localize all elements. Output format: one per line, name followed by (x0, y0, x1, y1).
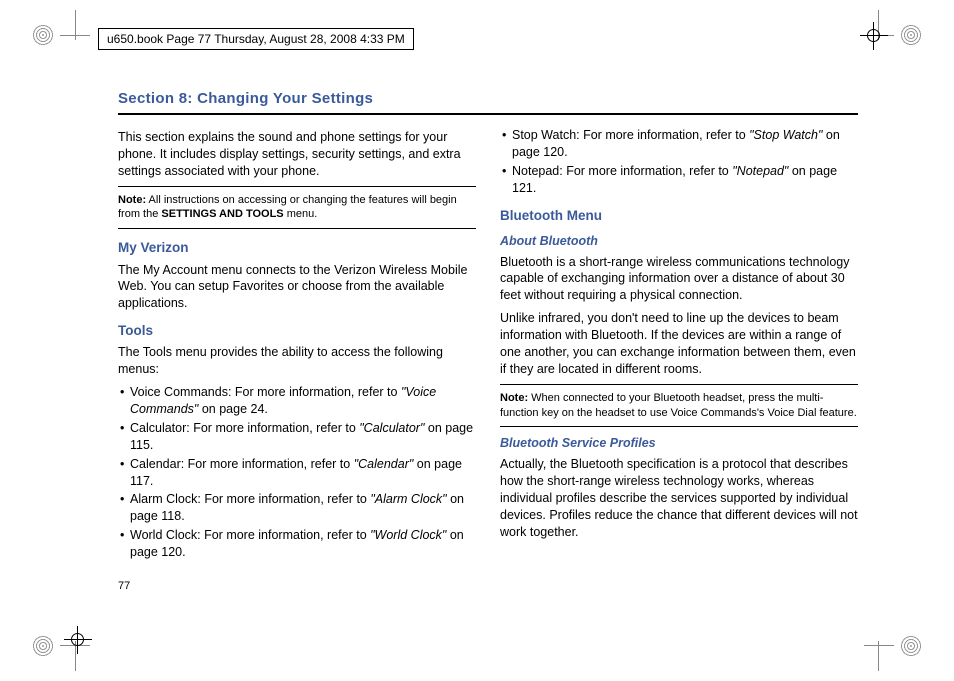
rule-icon (500, 384, 858, 385)
header-meta: u650.book Page 77 Thursday, August 28, 2… (98, 28, 414, 50)
heading-bluetooth-menu: Bluetooth Menu (500, 207, 858, 225)
corner-ornament-icon (32, 635, 54, 657)
column-left: This section explains the sound and phon… (118, 125, 476, 594)
corner-ornament-icon (32, 24, 54, 46)
body-text: Bluetooth is a short-range wireless comm… (500, 254, 858, 305)
list-item: Notepad: For more information, refer to … (502, 163, 858, 197)
heading-my-verizon: My Verizon (118, 239, 476, 257)
list-item: Alarm Clock: For more information, refer… (120, 491, 476, 525)
tools-list: Voice Commands: For more information, re… (118, 384, 476, 561)
rule-icon (118, 113, 858, 115)
tools-list-cont: Stop Watch: For more information, refer … (500, 127, 858, 197)
list-item: Calculator: For more information, refer … (120, 420, 476, 454)
page-number: 77 (118, 579, 476, 594)
body-text: Actually, the Bluetooth specification is… (500, 456, 858, 540)
intro-text: This section explains the sound and phon… (118, 129, 476, 180)
note-text: Note: When connected to your Bluetooth h… (500, 391, 858, 421)
section-title: Section 8: Changing Your Settings (118, 90, 858, 107)
rule-icon (118, 186, 476, 187)
crop-mark-icon (864, 645, 894, 646)
crop-mark-icon (75, 10, 76, 40)
corner-ornament-icon (900, 24, 922, 46)
list-item: Stop Watch: For more information, refer … (502, 127, 858, 161)
rule-icon (118, 228, 476, 229)
body-text: Unlike infrared, you don't need to line … (500, 310, 858, 378)
crop-mark-icon (878, 641, 879, 671)
page-content: Section 8: Changing Your Settings This s… (118, 90, 858, 594)
registration-mark-icon (864, 26, 884, 46)
body-text: The Tools menu provides the ability to a… (118, 344, 476, 378)
list-item: Calendar: For more information, refer to… (120, 456, 476, 490)
column-right: Stop Watch: For more information, refer … (500, 125, 858, 594)
body-text: The My Account menu connects to the Veri… (118, 262, 476, 313)
registration-mark-icon (68, 630, 88, 650)
list-item: Voice Commands: For more information, re… (120, 384, 476, 418)
subheading-bluetooth-profiles: Bluetooth Service Profiles (500, 435, 858, 452)
rule-icon (500, 426, 858, 427)
corner-ornament-icon (900, 635, 922, 657)
list-item: World Clock: For more information, refer… (120, 527, 476, 561)
note-text: Note: All instructions on accessing or c… (118, 193, 476, 223)
subheading-about-bluetooth: About Bluetooth (500, 233, 858, 250)
heading-tools: Tools (118, 322, 476, 340)
